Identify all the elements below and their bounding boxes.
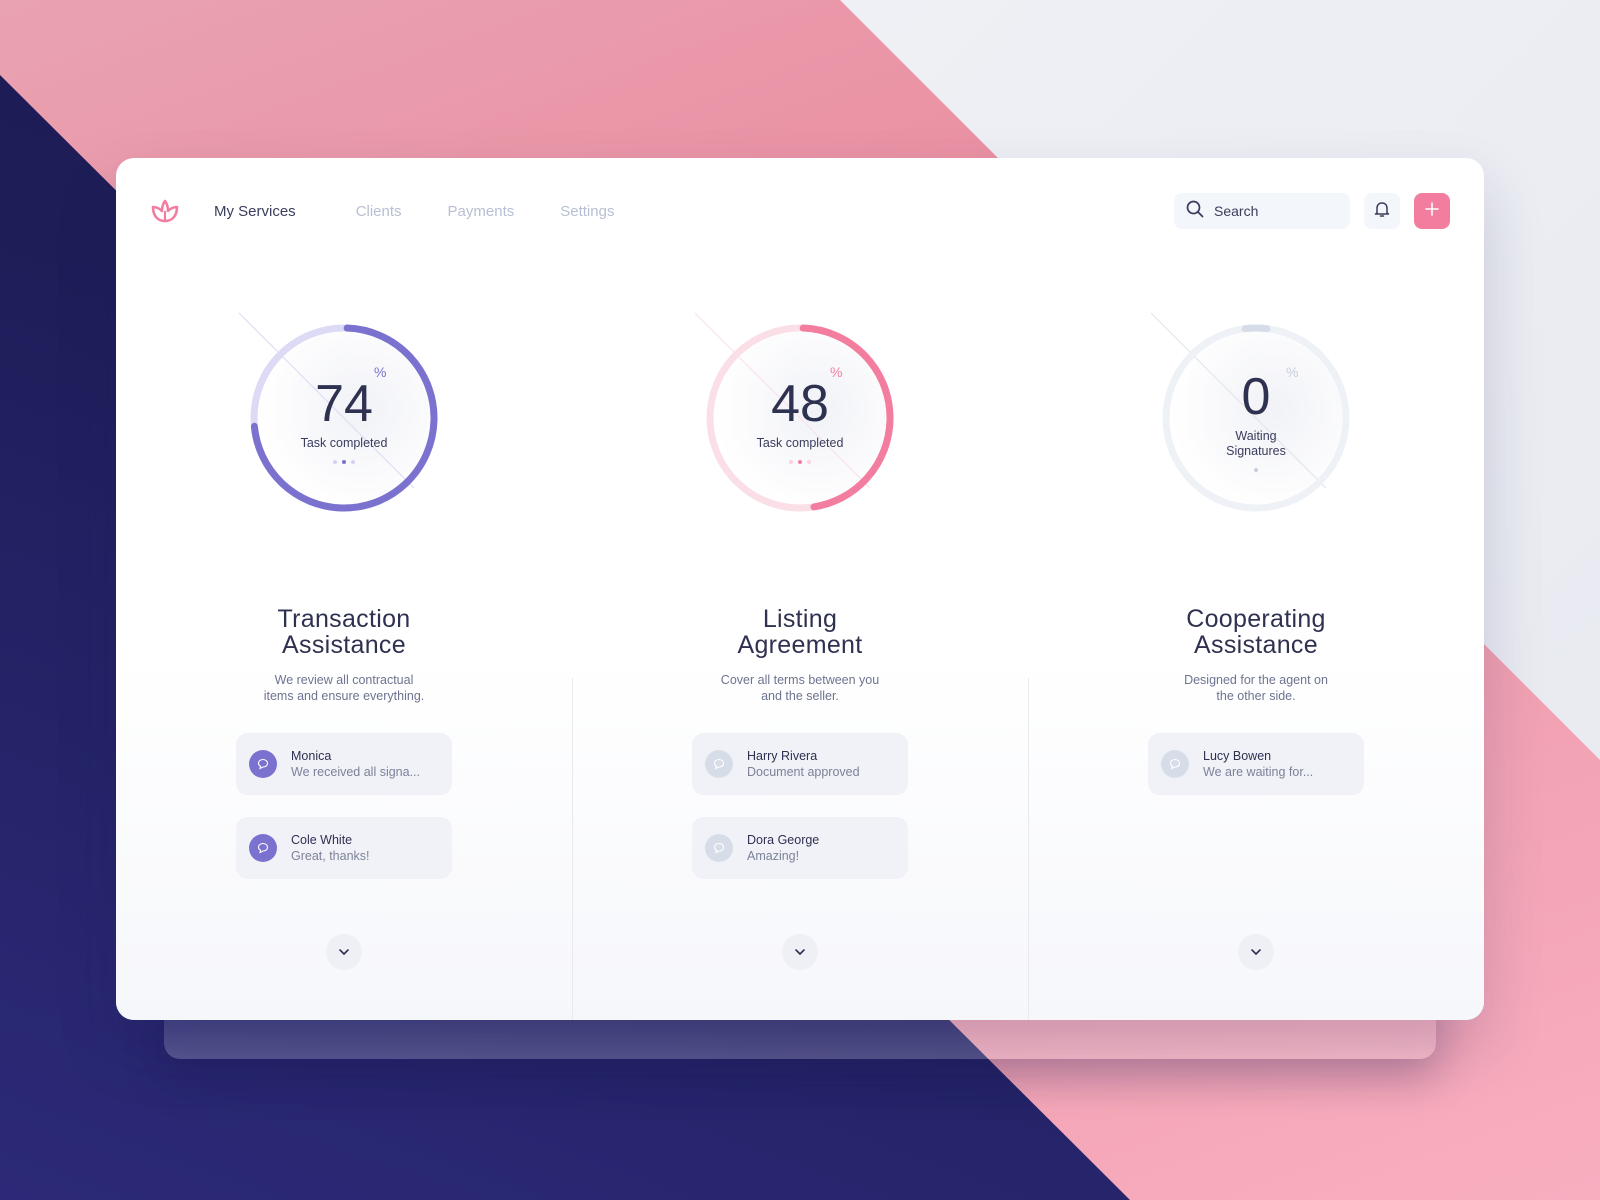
nav-link-clients[interactable]: Clients [356, 203, 402, 220]
service-title-line: Agreement [737, 631, 863, 659]
page-dot[interactable] [789, 460, 793, 464]
message-sender: Harry Rivera [747, 749, 818, 763]
message-sender: Dora George [747, 833, 820, 847]
services-card: My Services Clients Payments Settings Se… [116, 158, 1484, 1020]
nav-link-settings[interactable]: Settings [560, 203, 614, 220]
page-dot-active[interactable] [798, 460, 802, 464]
progress-ring: 74 % Task completed [234, 308, 454, 528]
description-line: the other side. [1216, 689, 1296, 703]
message-sender: Lucy Bowen [1203, 749, 1272, 763]
chevron-down-icon [338, 943, 350, 961]
search-box[interactable] [1174, 193, 1350, 229]
expand-button[interactable] [1238, 934, 1274, 970]
message-list: Harry Rivera Document approved Dora Geor… [572, 733, 1028, 879]
nav-actions [1174, 193, 1450, 229]
notifications-button[interactable] [1364, 193, 1400, 229]
search-input[interactable] [1214, 203, 1334, 219]
message-item[interactable]: Lucy Bowen We are waiting for... [1148, 733, 1364, 795]
page-dots [333, 460, 355, 464]
message-preview: We received all signa... [291, 765, 420, 779]
nav-link-payments[interactable]: Payments [448, 203, 515, 220]
description-line: We review all contractual [274, 673, 414, 687]
lotus-logo-icon[interactable] [148, 194, 182, 228]
service-column-listing-agreement: 48 % Task completed Listing Agreement Co… [572, 308, 1028, 879]
message-preview: Document approved [747, 765, 860, 779]
chevron-down-icon [1250, 943, 1262, 961]
message-preview: We are waiting for... [1203, 765, 1314, 779]
chat-bubble-icon [249, 750, 277, 778]
service-title-line: Assistance [282, 631, 406, 659]
service-description: Cover all terms between you and the sell… [572, 672, 1028, 704]
chat-bubble-icon [249, 834, 277, 862]
description-line: items and ensure everything. [263, 689, 425, 703]
page-dot[interactable] [807, 460, 811, 464]
message-sender: Cole White [291, 833, 353, 847]
page-dot-active[interactable] [1254, 467, 1258, 472]
ring-value: 0 [1241, 367, 1271, 426]
ring-unit: % [374, 364, 387, 380]
nav-links: My Services Clients Payments Settings [214, 203, 660, 220]
search-icon [1186, 200, 1204, 223]
chat-bubble-icon [705, 834, 733, 862]
page-dot-active[interactable] [342, 460, 346, 464]
message-list: Lucy Bowen We are waiting for... [1028, 733, 1484, 795]
bell-icon [1374, 200, 1390, 223]
top-nav: My Services Clients Payments Settings [148, 192, 1450, 230]
service-title-line: Listing [762, 605, 838, 633]
page-dot[interactable] [351, 460, 355, 464]
message-preview: Amazing! [747, 849, 800, 863]
message-sender: Monica [291, 749, 332, 763]
progress-ring: 48 % Task completed [690, 308, 910, 528]
page-dots [789, 460, 811, 464]
service-title-line: Assistance [1194, 631, 1318, 659]
service-description: We review all contractual items and ensu… [116, 672, 572, 704]
page-dots [1254, 467, 1258, 472]
service-column-transaction-assistance: 74 % Task completed Transaction Assistan… [116, 308, 572, 879]
description-line: Designed for the agent on [1184, 673, 1328, 687]
service-description: Designed for the agent on the other side… [1028, 672, 1484, 704]
service-title: Transaction Assistance [116, 606, 572, 658]
description-line: Cover all terms between you [720, 673, 880, 687]
message-preview: Great, thanks! [291, 849, 370, 863]
ring-value: 74 [315, 375, 373, 433]
progress-ring: 0 % Waiting Signatures [1146, 308, 1366, 528]
chat-bubble-icon [1161, 750, 1189, 778]
service-title: Listing Agreement [572, 606, 1028, 658]
page-dot[interactable] [333, 460, 337, 464]
nav-link-my-services[interactable]: My Services [214, 203, 296, 220]
ring-label: Task completed [756, 436, 844, 450]
expand-button[interactable] [782, 934, 818, 970]
service-title-line: Cooperating [1186, 605, 1326, 633]
service-column-cooperating-assistance: 0 % Waiting Signatures Cooperating Assis… [1028, 308, 1484, 795]
message-item[interactable]: Cole White Great, thanks! [236, 817, 452, 879]
message-item[interactable]: Monica We received all signa... [236, 733, 452, 795]
add-button[interactable] [1414, 193, 1450, 229]
ring-unit: % [1286, 364, 1299, 380]
expand-button[interactable] [326, 934, 362, 970]
chevron-down-icon [794, 943, 806, 961]
message-item[interactable]: Harry Rivera Document approved [692, 733, 908, 795]
ring-label: Waiting Signatures [1226, 428, 1286, 458]
message-item[interactable]: Dora George Amazing! [692, 817, 908, 879]
ring-label: Task completed [300, 436, 388, 450]
ring-value: 48 [771, 375, 829, 433]
ring-unit: % [830, 364, 843, 380]
description-line: and the seller. [761, 689, 839, 703]
plus-icon [1425, 201, 1439, 221]
service-title-line: Transaction [277, 605, 411, 633]
service-title: Cooperating Assistance [1028, 606, 1484, 658]
message-list: Monica We received all signa... Cole Whi… [116, 733, 572, 879]
chat-bubble-icon [705, 750, 733, 778]
